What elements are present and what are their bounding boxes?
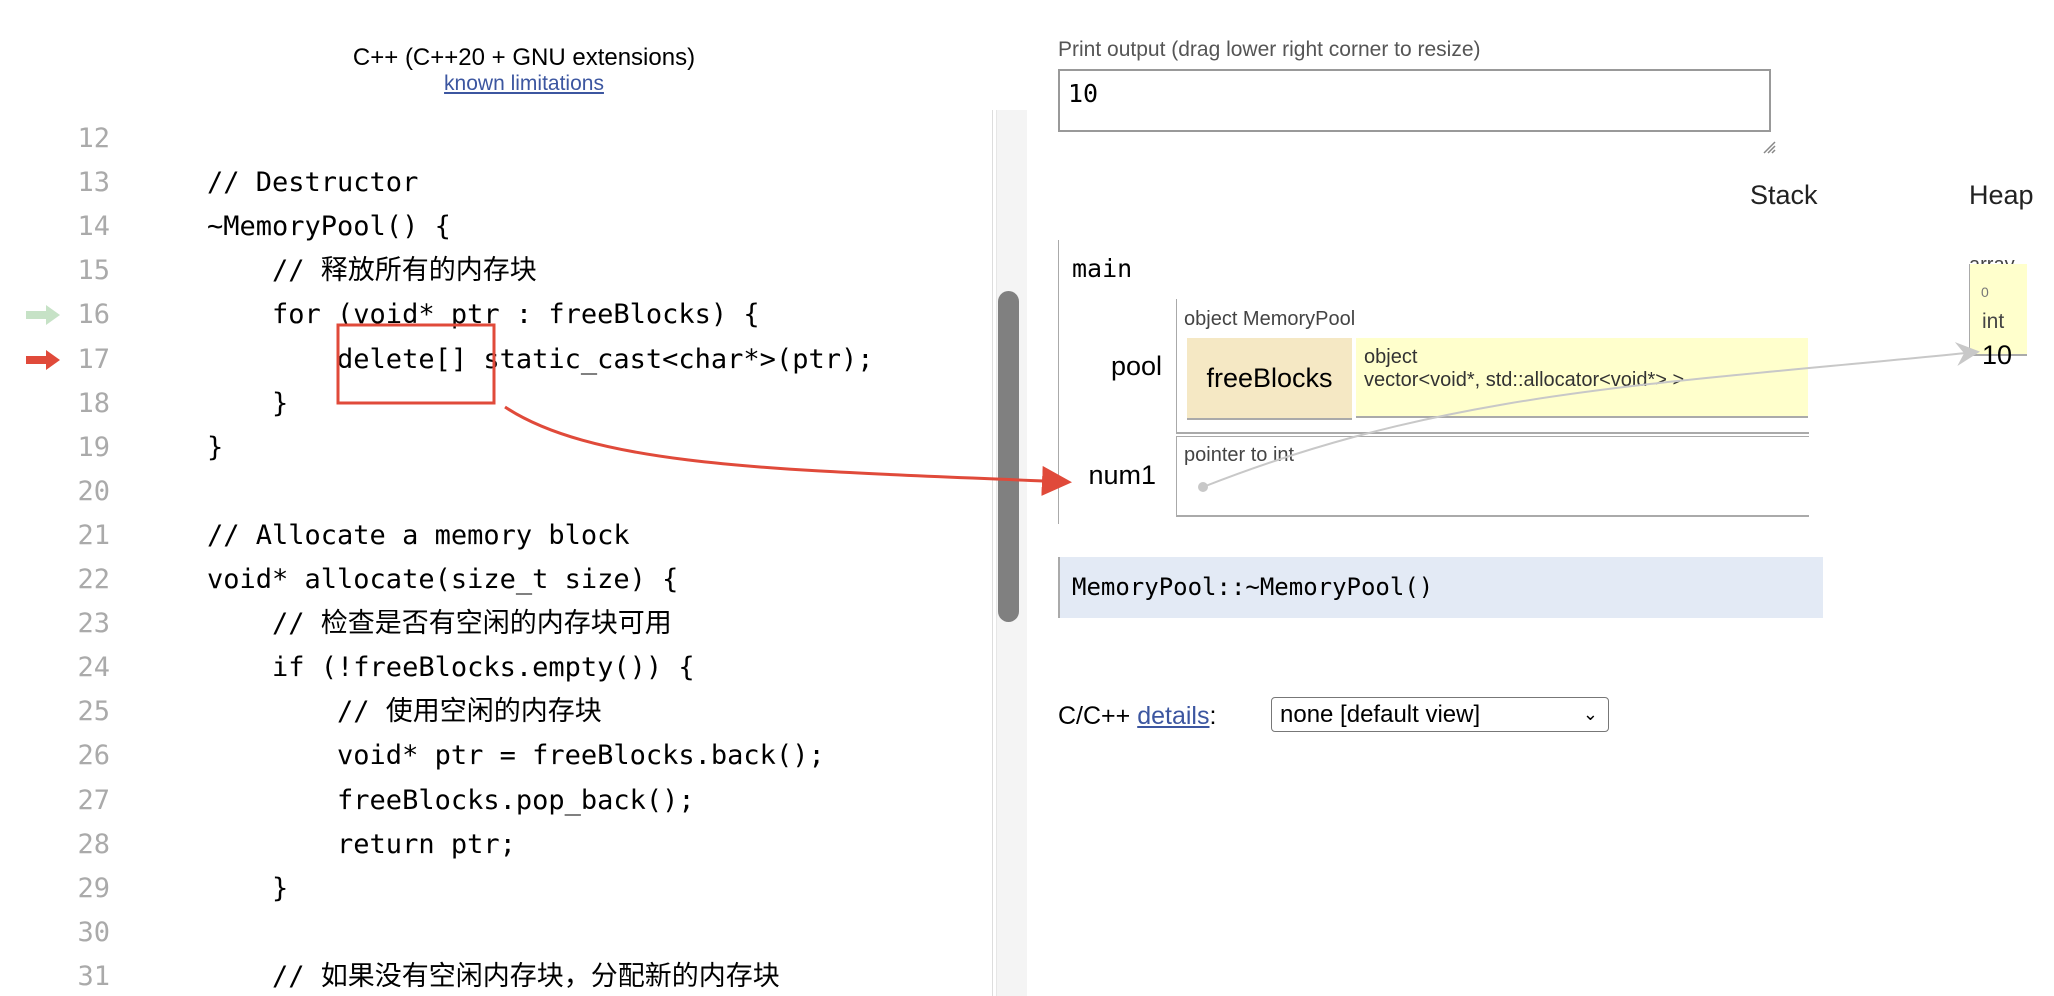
code-scrollbar-thumb[interactable]	[998, 291, 1019, 622]
details-prefix: C/C++	[1058, 702, 1131, 730]
details-select[interactable]: none [default view] ⌄	[1271, 697, 1609, 732]
code-line: 16 for (void* ptr : freeBlocks) {	[0, 293, 992, 337]
code-line: 25 // 使用空闲的内存块	[0, 690, 992, 734]
line-number[interactable]: 26	[60, 734, 110, 778]
limitations: known limitations	[0, 72, 1048, 96]
code-text: return ptr;	[207, 828, 516, 860]
code-line: 23 // 检查是否有空闲的内存块可用	[0, 602, 992, 646]
line-number[interactable]: 12	[60, 117, 110, 161]
divider	[992, 110, 993, 996]
prev-line-arrow-icon	[26, 305, 60, 326]
line-number[interactable]: 24	[60, 646, 110, 690]
code-text: }	[207, 387, 289, 419]
code-text: // 如果没有空闲内存块，分配新的内存块	[207, 960, 780, 992]
code-line: 29 }	[0, 867, 992, 911]
code-line: 19}	[0, 426, 992, 470]
line-number[interactable]: 22	[60, 558, 110, 602]
code-text: // 使用空闲的内存块	[207, 696, 602, 728]
code-line: 22 void* allocate(size_t size) {	[0, 558, 992, 602]
code-line: 17 delete[] static_cast<char*>(ptr);	[0, 338, 992, 382]
code-line: 26 void* ptr = freeBlocks.back();	[0, 734, 992, 778]
code-line: 27 freeBlocks.pop_back();	[0, 779, 992, 823]
code-line: 30	[0, 911, 992, 955]
code-text: delete[] static_cast<char*>(ptr);	[207, 343, 874, 375]
line-number[interactable]: 23	[60, 602, 110, 646]
code-text: void* allocate(size_t size) {	[207, 564, 679, 595]
code-text: ~MemoryPool() {	[207, 211, 451, 243]
code-line: 13 // Destructor	[0, 161, 992, 205]
pool-type-label: object MemoryPool	[1184, 308, 1356, 330]
code-line: 24 if (!freeBlocks.empty()) {	[0, 646, 992, 690]
code-text: }	[207, 872, 289, 904]
code-text: for (void* ptr : freeBlocks) {	[207, 299, 760, 331]
heap-element-type: int	[1982, 310, 2005, 333]
line-number[interactable]: 27	[60, 779, 110, 823]
line-number[interactable]: 19	[60, 426, 110, 470]
field-type-line1: object	[1364, 346, 1418, 368]
line-number[interactable]: 13	[60, 161, 110, 205]
var-name-pool: pool	[1110, 351, 1162, 381]
code-text: // 检查是否有空闲的内存块可用	[207, 608, 672, 640]
code-line: 12	[0, 117, 992, 161]
known-limitations-link[interactable]: known limitations	[444, 72, 604, 95]
line-number[interactable]: 20	[60, 470, 110, 514]
field-value-freeblocks: object vector<void*, std::allocator<void…	[1356, 338, 1808, 418]
line-number[interactable]: 28	[60, 823, 110, 867]
frame-name: main	[1072, 254, 1133, 283]
current-function-frame: MemoryPool::~MemoryPool()	[1058, 557, 1823, 618]
details-row: C/C++ details:	[1058, 699, 1216, 733]
line-number[interactable]: 16	[60, 293, 110, 337]
code-text: freeBlocks.pop_back();	[207, 784, 695, 816]
print-output-box[interactable]: 10	[1058, 69, 1771, 132]
details-suffix: :	[1209, 702, 1217, 730]
language-label: C++ (C++20 + GNU extensions)	[352, 44, 696, 71]
field-type-line2: vector<void*, std::allocator<void*> >	[1364, 369, 1685, 391]
line-number[interactable]: 17	[60, 338, 110, 382]
line-number[interactable]: 30	[60, 911, 110, 955]
code-text: void* ptr = freeBlocks.back();	[207, 740, 825, 772]
line-number[interactable]: 21	[60, 514, 110, 558]
code-line: 21 // Allocate a memory block	[0, 514, 992, 558]
chevron-down-icon: ⌄	[1582, 704, 1598, 724]
heap-array-index: 0	[1981, 284, 1989, 300]
code-editor: 12 13 // Destructor 14 ~MemoryPool() { 15 // …	[0, 110, 992, 996]
num1-type-label: pointer to int	[1184, 444, 1295, 466]
line-number[interactable]: 29	[60, 867, 110, 911]
code-line: 20	[0, 470, 992, 514]
line-number[interactable]: 25	[60, 690, 110, 734]
line-number[interactable]: 15	[60, 249, 110, 293]
field-name-freeblocks: freeBlocks	[1187, 338, 1352, 420]
code-text: }	[207, 431, 224, 463]
heap-heading: Heap	[1969, 180, 2034, 210]
var-name-num1: num1	[1088, 460, 1156, 490]
next-line-arrow-icon	[26, 349, 60, 370]
code-line: 31 // 如果没有空闲内存块，分配新的内存块	[0, 955, 992, 996]
details-select-value: none [default view]	[1280, 701, 1481, 728]
line-number[interactable]: 14	[60, 205, 110, 249]
code-line: 15 // 释放所有的内存块	[0, 249, 992, 293]
print-output-label: Print output (drag lower right corner to…	[1058, 38, 1481, 61]
code-line: 18 }	[0, 382, 992, 426]
line-number[interactable]: 18	[60, 382, 110, 426]
code-text: // Destructor	[207, 167, 419, 199]
code-line: 28 return ptr;	[0, 823, 992, 867]
stack-heading: Stack	[1750, 180, 1818, 210]
code-line: 14 ~MemoryPool() {	[0, 205, 992, 249]
code-text: if (!freeBlocks.empty()) {	[207, 652, 695, 684]
code-text: // Allocate a memory block	[207, 519, 630, 551]
details-link[interactable]: details	[1137, 702, 1209, 730]
line-number[interactable]: 31	[60, 955, 110, 996]
code-text: // 释放所有的内存块	[207, 255, 537, 287]
heap-element-value: 10	[1982, 340, 2013, 370]
resize-handle-icon[interactable]	[1762, 140, 1776, 154]
